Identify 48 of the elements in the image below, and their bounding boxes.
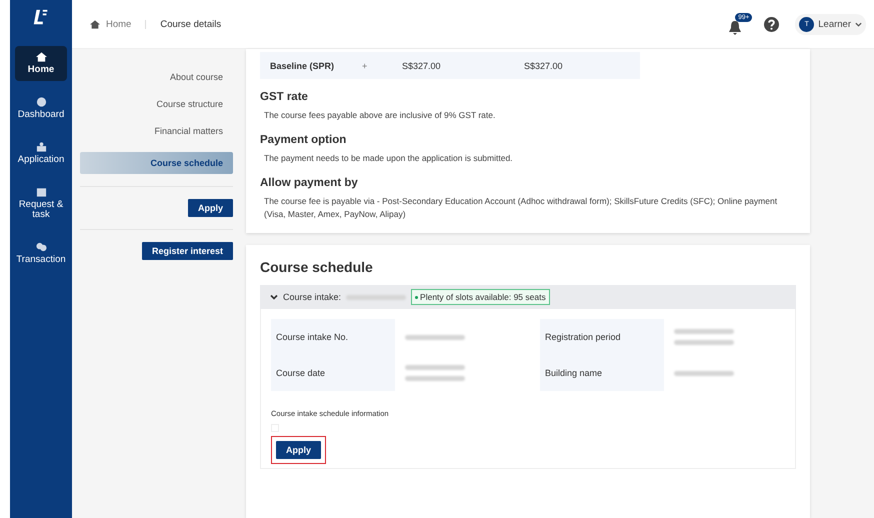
sidebar-icon [36, 242, 46, 252]
intake-label: Course intake: [283, 292, 342, 302]
redacted-value [405, 365, 465, 370]
fee-name: Baseline (SPR) [269, 60, 336, 70]
fee-amount: S$327.00 [523, 60, 564, 70]
section-text: The course fee is payable via - Post-Secondary Education Account (Adhoc withdrawal form); SkillsFuture Credits (SFC); Online payment (Visa, Master, Amex, PayNow, Alipay) [264, 195, 778, 221]
section-title: Allow payment by [260, 177, 359, 189]
card-title: Course schedule [260, 259, 374, 275]
chevron-down-icon [855, 22, 862, 26]
field-label: Course intake No. [271, 319, 395, 355]
breadcrumb-link[interactable]: Home [106, 18, 132, 30]
sidebar-item[interactable]: Transaction [15, 236, 67, 271]
sidebar-item[interactable]: Dashboard [15, 91, 67, 126]
breadcrumb-current: Course details [160, 18, 222, 30]
intake-header[interactable]: Course intake: Plenty of slots available: 95 seats [260, 285, 796, 309]
field-label: Course date [271, 355, 395, 391]
register-interest-button[interactable]: Register interest [142, 242, 233, 260]
sidebar-icon [36, 52, 46, 62]
field-label: Building name [540, 355, 664, 391]
section-text: The payment needs to be made upon the application is submitted. [264, 152, 514, 165]
section-title: GST rate [260, 91, 309, 103]
sidebar-icon [36, 97, 46, 107]
help-icon[interactable] [764, 16, 780, 32]
section-text: The course fees payable above are inclusive of 9% GST rate. [264, 109, 496, 122]
expand-toggle[interactable]: + [362, 60, 392, 70]
sidebar-item[interactable]: Request & task [15, 181, 67, 226]
availability-tag: Plenty of slots available: 95 seats [411, 289, 550, 305]
sidebar-icon [36, 187, 46, 197]
section-link[interactable]: Course schedule [80, 152, 233, 174]
sidebar-item[interactable]: Home [15, 46, 67, 81]
home-icon [90, 20, 100, 28]
field-label: Registration period [540, 319, 664, 355]
section-title: Payment option [260, 134, 348, 146]
apply-button[interactable]: Apply [276, 441, 322, 459]
bell-icon [728, 20, 742, 36]
section-link[interactable]: Financial matters [80, 125, 233, 152]
redacted-value [346, 294, 406, 300]
redacted-value [405, 334, 465, 340]
redacted-value [674, 370, 734, 376]
sidebar-item[interactable]: Application [15, 136, 67, 171]
redacted-value [674, 329, 734, 334]
sidebar-icon [36, 142, 46, 152]
section-link[interactable]: Course structure [80, 98, 233, 125]
redacted-value [405, 376, 465, 381]
fee-amount: S$327.00 [401, 60, 442, 70]
section-link[interactable]: About course [80, 71, 233, 98]
redacted-value [674, 340, 734, 345]
apply-button[interactable]: Apply [188, 199, 233, 217]
